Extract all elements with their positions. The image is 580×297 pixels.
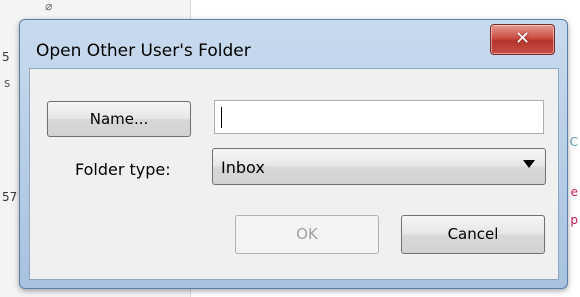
name-button[interactable]: Name... (47, 101, 191, 137)
folder-type-select[interactable]: Inbox (212, 148, 546, 185)
chevron-down-icon (523, 160, 535, 168)
open-other-users-folder-dialog: Open Other User's Folder ✕ Name... Folde… (19, 19, 568, 289)
text-caret (221, 107, 222, 128)
paperclip-icon: ⌀ (45, 0, 53, 13)
title-bar[interactable]: Open Other User's Folder ✕ (20, 20, 567, 72)
close-x-icon: ✕ (514, 28, 531, 49)
folder-type-label: Folder type: (75, 160, 171, 179)
close-button[interactable]: ✕ (490, 24, 555, 55)
ok-button[interactable]: OK (235, 215, 379, 254)
background-text-fragment: e (570, 185, 578, 199)
dialog-client-area: Name... Folder type: Inbox OK Cancel (29, 68, 559, 280)
background-text-fragment: 5 (2, 50, 10, 64)
background-text-fragment: C (569, 135, 578, 149)
background-text-fragment: s (4, 76, 11, 90)
folder-type-value: Inbox (221, 158, 265, 177)
dialog-title: Open Other User's Folder (36, 41, 251, 61)
background-text-fragment: 57 (2, 190, 18, 204)
background-text-fragment: p (570, 213, 578, 227)
cancel-button[interactable]: Cancel (401, 215, 545, 254)
name-input[interactable] (214, 100, 544, 134)
